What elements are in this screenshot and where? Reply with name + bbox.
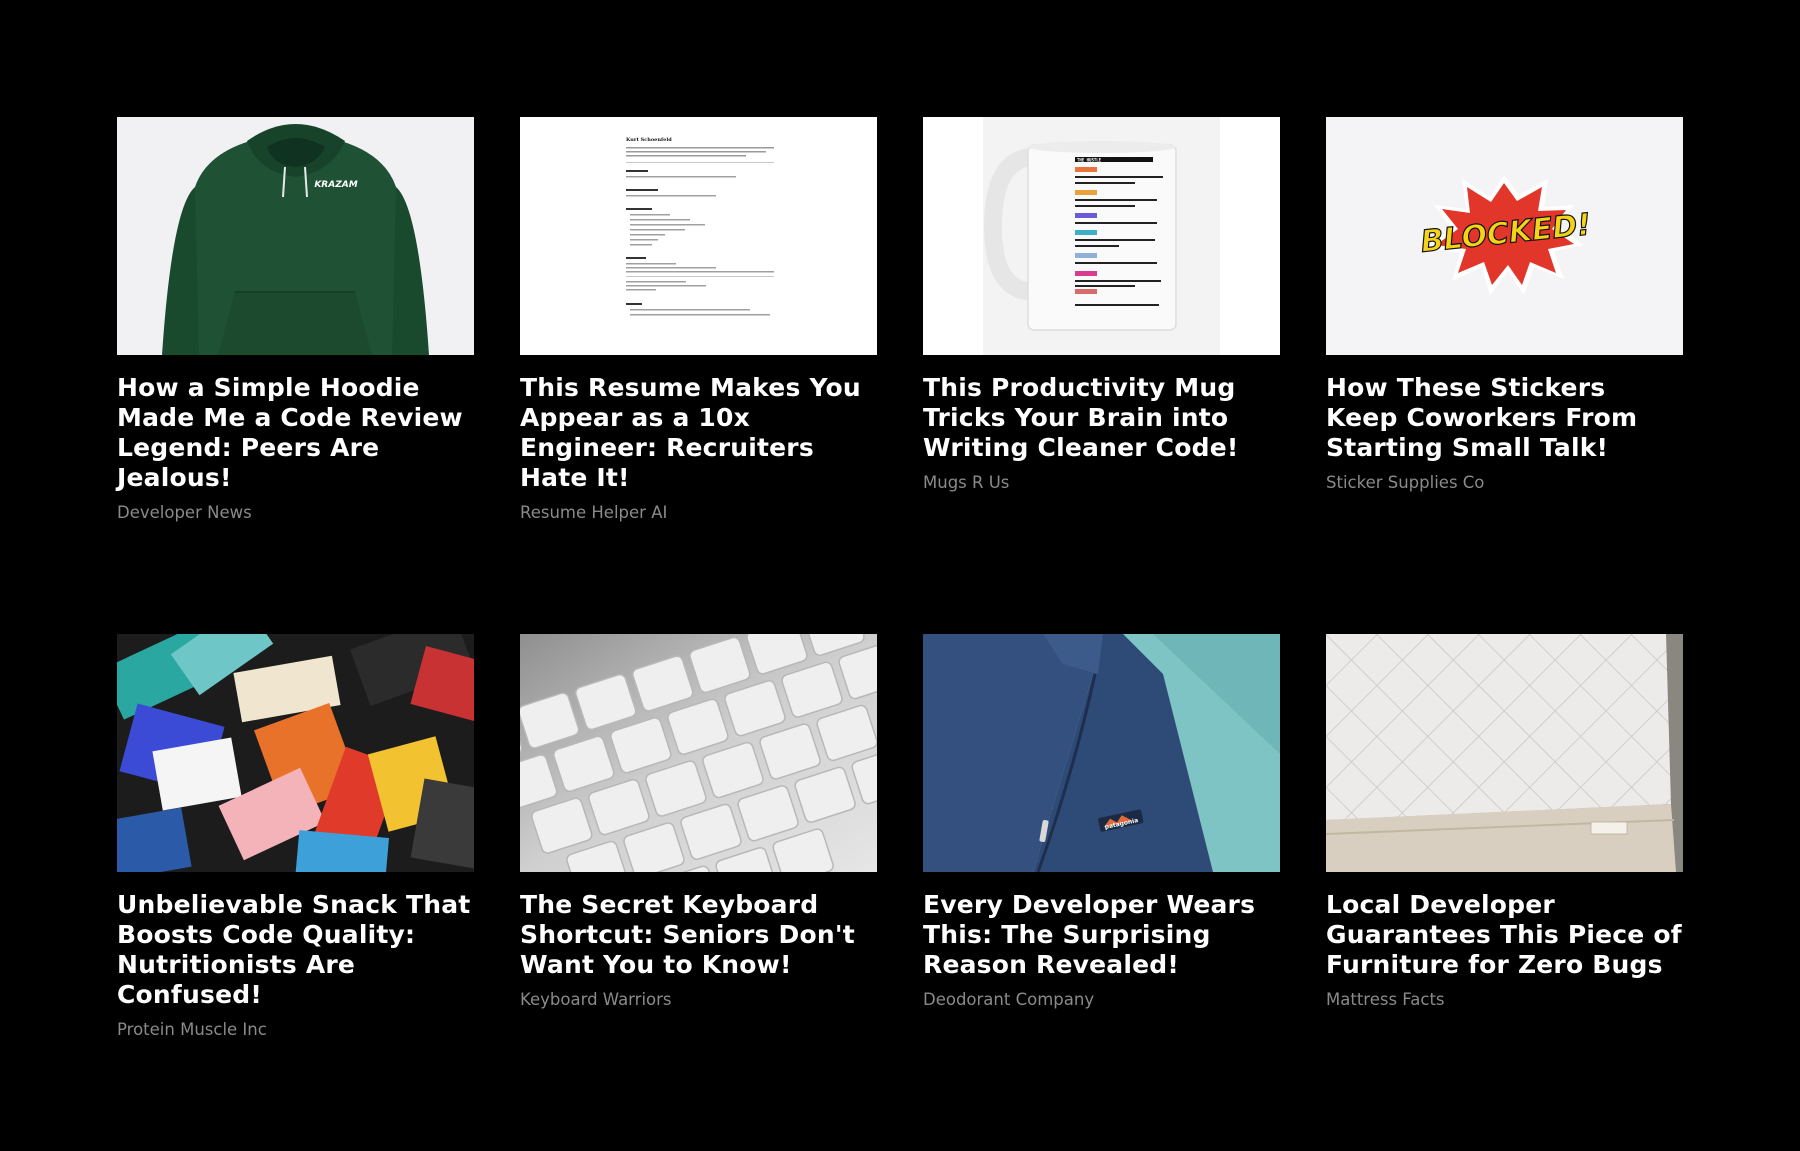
article-source: Mugs R Us — [923, 473, 1010, 492]
article-card-mattress[interactable]: Local Developer Guarantees This Piece of… — [1326, 634, 1683, 1151]
article-headline[interactable]: Local Developer Guarantees This Piece of… — [1326, 890, 1683, 980]
resume-name-text: Kurt Schoenfeld — [626, 137, 672, 143]
sticker-image: BLOCKED! — [1326, 117, 1683, 355]
fleece-vest-image: patagonia — [923, 634, 1280, 872]
article-thumbnail-snacks[interactable] — [117, 634, 474, 872]
article-source: Resume Helper AI — [520, 503, 668, 522]
article-headline[interactable]: Every Developer Wears This: The Surprisi… — [923, 890, 1280, 980]
mug-image: THE HUSTLE — [923, 117, 1280, 355]
article-source: Deodorant Company — [923, 990, 1095, 1009]
article-card-hoodie[interactable]: KRAZAM How a Simple Hoodie Made Me a Cod… — [117, 117, 474, 634]
article-headline[interactable]: How These Stickers Keep Coworkers From S… — [1326, 373, 1683, 463]
mattress-image — [1326, 634, 1683, 872]
article-source: Mattress Facts — [1326, 990, 1445, 1009]
article-headline[interactable]: How a Simple Hoodie Made Me a Code Revie… — [117, 373, 474, 493]
article-card-mug[interactable]: THE HUSTLE This Productivity Mug Tricks … — [923, 117, 1280, 634]
article-source: Sticker Supplies Co — [1326, 473, 1485, 492]
hoodie-image: KRAZAM — [117, 117, 474, 355]
article-grid: KRAZAM How a Simple Hoodie Made Me a Cod… — [117, 117, 1684, 1151]
article-thumbnail-sticker[interactable]: BLOCKED! — [1326, 117, 1683, 355]
article-thumbnail-keyboard[interactable] — [520, 634, 877, 872]
mug-title-text: THE HUSTLE — [1077, 158, 1102, 163]
hoodie-logo-text: KRAZAM — [314, 180, 357, 190]
article-card-snacks[interactable]: Unbelievable Snack That Boosts Code Qual… — [117, 634, 474, 1151]
article-card-keyboard[interactable]: The Secret Keyboard Shortcut: Seniors Do… — [520, 634, 877, 1151]
article-source: Developer News — [117, 503, 252, 522]
article-thumbnail-resume[interactable]: Kurt Schoenfeld — [520, 117, 877, 355]
article-headline[interactable]: This Resume Makes You Appear as a 10x En… — [520, 373, 877, 493]
article-thumbnail-vest[interactable]: patagonia — [923, 634, 1280, 872]
article-thumbnail-mattress[interactable] — [1326, 634, 1683, 872]
article-thumbnail-hoodie[interactable]: KRAZAM — [117, 117, 474, 355]
article-headline[interactable]: This Productivity Mug Tricks Your Brain … — [923, 373, 1280, 463]
article-card-vest[interactable]: patagonia Every Developer Wears This: Th… — [923, 634, 1280, 1151]
article-thumbnail-mug[interactable]: THE HUSTLE — [923, 117, 1280, 355]
article-headline[interactable]: The Secret Keyboard Shortcut: Seniors Do… — [520, 890, 877, 980]
resume-image: Kurt Schoenfeld — [520, 117, 877, 355]
article-source: Keyboard Warriors — [520, 990, 672, 1009]
keyboard-image — [520, 634, 877, 872]
article-source: Protein Muscle Inc — [117, 1020, 267, 1039]
article-headline[interactable]: Unbelievable Snack That Boosts Code Qual… — [117, 890, 474, 1010]
article-card-sticker[interactable]: BLOCKED! How These Stickers Keep Coworke… — [1326, 117, 1683, 634]
article-card-resume[interactable]: Kurt Schoenfeld This Resume Makes You Ap… — [520, 117, 877, 634]
snack-bars-image — [117, 634, 474, 872]
